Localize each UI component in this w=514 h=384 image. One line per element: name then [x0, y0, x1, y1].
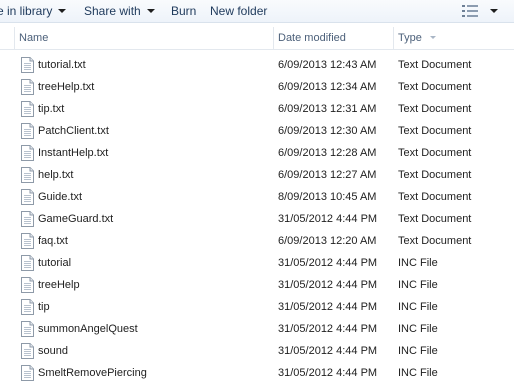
file-name: help.txt — [38, 169, 74, 181]
column-name[interactable]: Name — [14, 27, 274, 49]
file-row[interactable]: Guide.txt 8/09/2013 10:45 AM Text Docume… — [0, 186, 514, 208]
document-icon — [21, 167, 34, 183]
file-name: treeHelp.txt — [38, 81, 95, 93]
file-row[interactable]: SmeltRemovePiercing 31/05/2012 4:44 PM I… — [0, 362, 514, 384]
document-icon — [21, 211, 34, 227]
document-icon — [21, 145, 34, 161]
file-name: tutorial.txt — [38, 59, 86, 71]
file-name: PatchClient.txt — [38, 125, 109, 137]
file-type: Text Document — [398, 103, 472, 115]
file-row[interactable]: InstantHelp.txt 6/09/2013 12:28 AM Text … — [0, 142, 514, 164]
document-icon — [21, 233, 34, 249]
file-list: tutorial.txt 6/09/2013 12:43 AM Text Doc… — [0, 54, 514, 384]
file-row[interactable]: PatchClient.txt 6/09/2013 12:30 AM Text … — [0, 120, 514, 142]
file-type: Text Document — [398, 191, 472, 203]
file-date-modified: 8/09/2013 10:45 AM — [278, 191, 377, 203]
file-row[interactable]: summonAngelQuest 31/05/2012 4:44 PM INC … — [0, 318, 514, 340]
column-type[interactable]: Type — [394, 27, 514, 49]
column-header: Name Date modified Type — [0, 27, 514, 50]
file-row[interactable]: tutorial.txt 6/09/2013 12:43 AM Text Doc… — [0, 54, 514, 76]
file-name: GameGuard.txt — [38, 213, 114, 225]
column-name-label: Name — [19, 32, 49, 44]
file-date-modified: 6/09/2013 12:27 AM — [278, 169, 377, 181]
document-icon — [21, 189, 34, 205]
file-type: Text Document — [398, 59, 472, 71]
share-with-button[interactable]: Share with — [84, 3, 155, 19]
file-row[interactable]: sound 31/05/2012 4:44 PM INC File — [0, 340, 514, 362]
file-type: Text Document — [398, 147, 472, 159]
include-in-library-button[interactable]: e in library — [0, 3, 67, 19]
document-icon — [21, 79, 34, 95]
include-in-library-label: e in library — [0, 4, 53, 18]
command-bar: e in library Share with Burn New folder — [0, 0, 514, 23]
file-row[interactable]: GameGuard.txt 31/05/2012 4:44 PM Text Do… — [0, 208, 514, 230]
file-date-modified: 6/09/2013 12:31 AM — [278, 103, 377, 115]
file-name: InstantHelp.txt — [38, 147, 109, 159]
document-icon — [21, 123, 34, 139]
document-icon — [21, 255, 34, 271]
new-folder-button[interactable]: New folder — [210, 3, 267, 19]
file-name: tutorial — [38, 257, 72, 269]
burn-button[interactable]: Burn — [171, 3, 196, 19]
file-type: Text Document — [398, 125, 472, 137]
file-date-modified: 6/09/2013 12:28 AM — [278, 147, 377, 159]
chevron-down-icon — [146, 8, 155, 13]
document-icon — [21, 343, 34, 359]
document-icon — [21, 57, 34, 73]
file-name: Guide.txt — [38, 191, 83, 203]
file-row[interactable]: tutorial 31/05/2012 4:44 PM INC File — [0, 252, 514, 274]
file-row[interactable]: faq.txt 6/09/2013 12:20 AM Text Document — [0, 230, 514, 252]
burn-label: Burn — [171, 4, 197, 18]
file-date-modified: 6/09/2013 12:30 AM — [278, 125, 377, 137]
file-type: INC File — [398, 323, 438, 335]
document-icon — [21, 101, 34, 117]
column-date-label: Date modified — [278, 32, 346, 44]
share-with-label: Share with — [84, 4, 141, 18]
file-name: summonAngelQuest — [38, 323, 138, 335]
file-name: tip — [38, 301, 50, 313]
file-type: INC File — [398, 257, 438, 269]
file-row[interactable]: tip 31/05/2012 4:44 PM INC File — [0, 296, 514, 318]
file-date-modified: 31/05/2012 4:44 PM — [278, 279, 378, 291]
file-date-modified: 6/09/2013 12:20 AM — [278, 235, 377, 247]
file-name: faq.txt — [38, 235, 68, 247]
file-name: sound — [38, 345, 68, 357]
file-name: treeHelp — [38, 279, 80, 291]
file-date-modified: 6/09/2013 12:34 AM — [278, 81, 377, 93]
column-date-modified[interactable]: Date modified — [274, 27, 394, 49]
file-date-modified: 31/05/2012 4:44 PM — [278, 367, 378, 379]
file-date-modified: 31/05/2012 4:44 PM — [278, 345, 378, 357]
document-icon — [21, 299, 34, 315]
column-type-label: Type — [398, 32, 422, 44]
document-icon — [21, 321, 34, 337]
file-type: INC File — [398, 345, 438, 357]
file-type: Text Document — [398, 81, 472, 93]
file-type: Text Document — [398, 169, 472, 181]
new-folder-label: New folder — [210, 4, 268, 18]
view-options-chevron-icon[interactable] — [490, 9, 498, 13]
file-name: SmeltRemovePiercing — [38, 367, 147, 379]
file-row[interactable]: treeHelp 31/05/2012 4:44 PM INC File — [0, 274, 514, 296]
chevron-down-icon — [58, 8, 67, 13]
file-date-modified: 31/05/2012 4:44 PM — [278, 257, 378, 269]
file-type: INC File — [398, 367, 438, 379]
file-type: INC File — [398, 279, 438, 291]
file-row[interactable]: treeHelp.txt 6/09/2013 12:34 AM Text Doc… — [0, 76, 514, 98]
file-type: INC File — [398, 301, 438, 313]
file-type: Text Document — [398, 213, 472, 225]
file-date-modified: 31/05/2012 4:44 PM — [278, 213, 378, 225]
file-row[interactable]: tip.txt 6/09/2013 12:31 AM Text Document — [0, 98, 514, 120]
file-type: Text Document — [398, 235, 472, 247]
view-details-icon[interactable] — [462, 5, 478, 17]
file-date-modified: 6/09/2013 12:43 AM — [278, 59, 377, 71]
file-name: tip.txt — [38, 103, 65, 115]
document-icon — [21, 277, 34, 293]
file-date-modified: 31/05/2012 4:44 PM — [278, 323, 378, 335]
file-row[interactable]: help.txt 6/09/2013 12:27 AM Text Documen… — [0, 164, 514, 186]
document-icon — [21, 365, 34, 381]
file-date-modified: 31/05/2012 4:44 PM — [278, 301, 378, 313]
sort-descending-icon — [430, 36, 436, 39]
